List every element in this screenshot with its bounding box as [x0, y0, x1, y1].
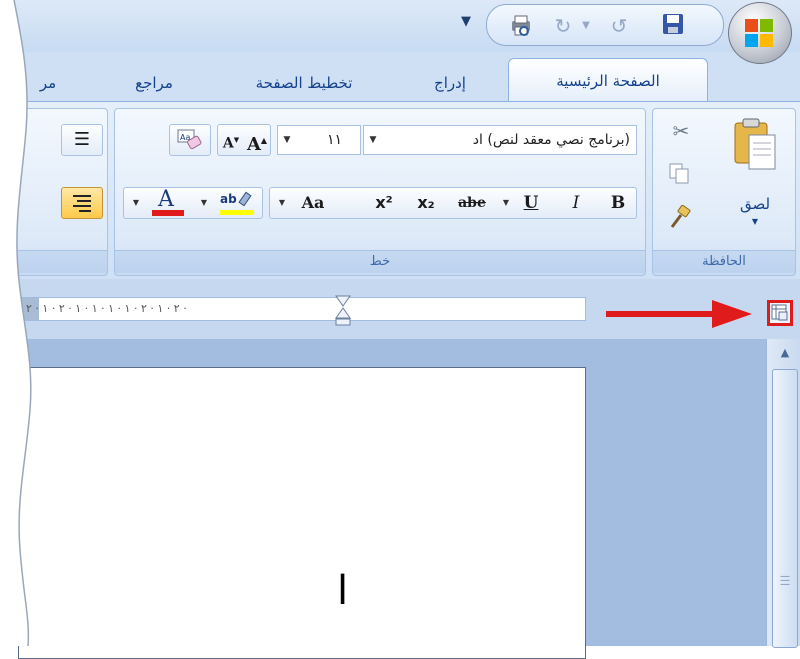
view-ruler-button[interactable]	[767, 300, 793, 326]
numbering-icon: ☰	[73, 129, 91, 150]
tab-insert[interactable]: إدراج	[412, 66, 488, 100]
paste-button[interactable]: لصق ▼	[723, 117, 787, 227]
paragraph-group-label	[0, 250, 107, 273]
font-size-value: ١١	[326, 132, 342, 148]
scroll-thumb[interactable]: — — —	[772, 369, 798, 648]
font-color-dropdown-icon[interactable]: ▼	[128, 188, 144, 218]
font-name-dropdown-icon[interactable]: ▼	[364, 126, 382, 154]
paragraph-group: ☰	[0, 108, 108, 276]
paste-icon	[734, 118, 776, 170]
highlight-color-bar	[220, 210, 254, 215]
shrink-font-button[interactable]: A▼	[218, 125, 244, 155]
superscript-button[interactable]: x²	[366, 188, 402, 218]
cut-icon[interactable]: ✂	[667, 119, 695, 147]
strikethrough-button[interactable]: abe	[450, 188, 494, 218]
ribbon: لصق ▼ ✂ ↘ الحافظة (برنامج نصي معقد لنص) …	[0, 101, 800, 280]
save-icon[interactable]	[659, 13, 687, 39]
color-buttons: ab ▼ A ▼	[123, 187, 263, 219]
subscript-button[interactable]: x₂	[408, 188, 444, 218]
bold-button[interactable]: B	[600, 188, 636, 218]
font-color-bar	[152, 210, 184, 216]
horizontal-ruler[interactable]: · ٢ · ١ · ٢ · ١ · ١ · ١ · ١ · ٢ · ١ · ٢ …	[18, 295, 586, 326]
grow-font-button[interactable]: A▲	[244, 125, 270, 155]
font-size-buttons: A▲ A▼	[217, 124, 271, 156]
underline-button[interactable]: U	[516, 188, 546, 218]
font-color-button[interactable]: A	[146, 187, 190, 218]
tab-home[interactable]: الصفحة الرئيسية	[508, 58, 708, 103]
paste-label: لصق	[739, 195, 771, 213]
change-case-button[interactable]: Aa	[292, 188, 334, 218]
ruler-marks: · ٢ · ١ · ٢ · ١ · ١ · ١ · ١ · ٢ · ١ · ٢ …	[19, 302, 187, 315]
font-size-dropdown-icon[interactable]: ▼	[278, 126, 296, 154]
underline-dropdown-icon[interactable]: ▼	[498, 188, 514, 218]
document-text: ا	[337, 568, 349, 614]
tab-references[interactable]: مراجع	[114, 66, 194, 100]
clear-formatting-icon: Aa	[177, 129, 202, 150]
highlighter-pen-icon	[238, 191, 252, 207]
document-page[interactable]: ا	[18, 367, 586, 659]
title-bar: ▼ ↻ ▼ ↺	[0, 0, 800, 64]
font-format-buttons: B I U ▼ abe x₂ x² Aa ▼	[269, 187, 637, 219]
font-size-combobox[interactable]: ١١ ▼	[277, 125, 361, 155]
italic-button[interactable]: I	[558, 188, 594, 218]
indent-marker-icon[interactable]	[335, 294, 351, 326]
view-ruler-icon	[771, 304, 788, 321]
scroll-grip-icon: — — —	[780, 571, 790, 590]
font-name-value: (برنامج نصي معقد لنص) اد	[472, 132, 630, 148]
change-case-dropdown-icon[interactable]: ▼	[274, 188, 290, 218]
paste-dropdown-icon[interactable]: ▼	[723, 217, 787, 226]
quick-access-toolbar: ↻ ▼ ↺	[486, 4, 724, 46]
office-logo-icon	[745, 19, 773, 47]
document-area: ا	[0, 339, 766, 659]
highlight-button[interactable]: ab	[216, 188, 260, 218]
font-group: (برنامج نصي معقد لنص) اد ▼ ١١ ▼ A▲ A▼ Aa…	[114, 108, 646, 276]
print-preview-icon[interactable]	[507, 13, 535, 39]
clear-formatting-button[interactable]: Aa	[169, 124, 211, 156]
redo-dropdown-icon[interactable]: ▼	[579, 13, 593, 39]
align-right-icon	[73, 195, 91, 212]
qat-customize-arrow-icon[interactable]: ▼	[455, 10, 477, 34]
word-window: ▼ ↻ ▼ ↺ الصفحة الرئيسية إدراج تخطيط الصف…	[0, 0, 800, 659]
font-group-label: خط	[115, 250, 645, 273]
scroll-up-arrow-icon[interactable]: ▲	[775, 345, 795, 361]
tab-page-layout[interactable]: تخطيط الصفحة	[224, 66, 384, 100]
redo-icon[interactable]: ↻	[549, 13, 577, 39]
format-painter-icon[interactable]	[667, 204, 695, 233]
tab-partial[interactable]: مر	[28, 66, 68, 100]
font-name-combobox[interactable]: (برنامج نصي معقد لنص) اد ▼	[363, 125, 637, 155]
vertical-scrollbar[interactable]: ▲ — — —	[766, 339, 800, 648]
ribbon-tabs: الصفحة الرئيسية إدراج تخطيط الصفحة مراجع…	[0, 52, 800, 103]
undo-icon[interactable]: ↺	[605, 13, 633, 39]
red-arrow-annotation-icon	[606, 300, 752, 328]
clipboard-group: لصق ▼ ✂ ↘ الحافظة	[652, 108, 796, 276]
numbering-button[interactable]: ☰	[61, 124, 103, 156]
copy-icon[interactable]	[667, 161, 695, 189]
clipboard-group-label: الحافظة	[653, 250, 795, 273]
highlight-dropdown-icon[interactable]: ▼	[196, 188, 212, 218]
align-right-button[interactable]	[61, 187, 103, 219]
